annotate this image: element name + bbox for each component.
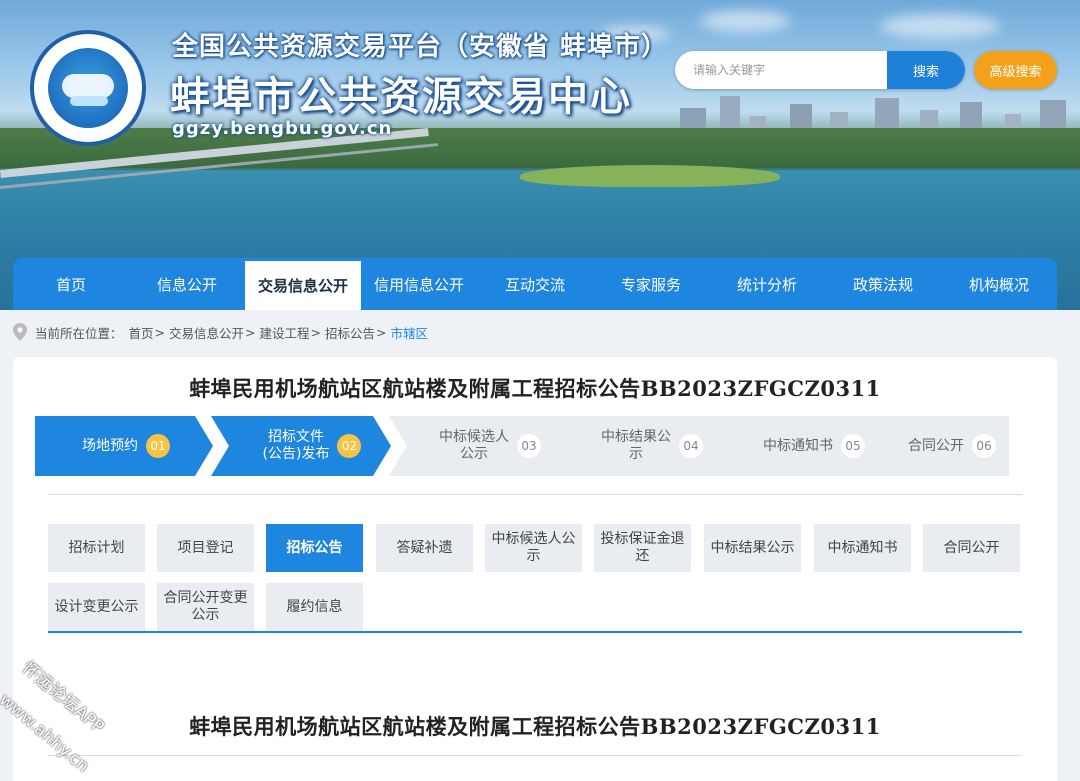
tab-award-notice[interactable]: 中标通知书 bbox=[814, 524, 911, 572]
step-6[interactable]: 合同公开 06 bbox=[875, 416, 1009, 476]
search-input[interactable] bbox=[675, 51, 887, 89]
breadcrumb: 当前所在位置： 首页 > 交易信息公开 > 建设工程 > 招标公告 > 市辖区 bbox=[13, 322, 428, 342]
tab-performance-info[interactable]: 履约信息 bbox=[266, 583, 363, 631]
search-box: 搜索 bbox=[675, 51, 965, 89]
breadcrumb-prefix: 当前所在位置： bbox=[35, 325, 123, 341]
platform-subtitle: 全国公共资源交易平台（安徽省 蚌埠市） bbox=[172, 32, 669, 62]
step-5[interactable]: 中标通知书 05 bbox=[713, 416, 893, 476]
nav-item-info-disclosure[interactable]: 信息公开 bbox=[129, 258, 245, 310]
notice-title: 蚌埠民用机场航站区航站楼及附属工程招标公告BB2023ZFGCZ0311 bbox=[189, 376, 881, 401]
advanced-search-button[interactable]: 高级搜索 bbox=[974, 51, 1057, 89]
nav-item-expert-service[interactable]: 专家服务 bbox=[593, 258, 709, 310]
tabs-underline bbox=[48, 631, 1022, 633]
tab-result-publicity[interactable]: 中标结果公示 bbox=[704, 524, 801, 572]
step-4-label: 中标结果公示 bbox=[601, 429, 671, 462]
step-3[interactable]: 中标候选人 公示 03 bbox=[389, 416, 569, 476]
tab-design-change[interactable]: 设计变更公示 bbox=[48, 583, 145, 631]
logo-emblem-icon bbox=[48, 48, 128, 128]
tab-clarification[interactable]: 答疑补遗 bbox=[376, 524, 473, 572]
step-6-label: 合同公开 bbox=[908, 437, 964, 454]
nav-item-about[interactable]: 机构概况 bbox=[941, 258, 1057, 310]
step-4[interactable]: 中标结果公示 04 bbox=[551, 416, 731, 476]
search-button[interactable]: 搜索 bbox=[887, 51, 965, 89]
breadcrumb-current[interactable]: 市辖区 bbox=[391, 323, 429, 342]
breadcrumb-separator: > bbox=[376, 324, 387, 340]
nav-item-policy[interactable]: 政策法规 bbox=[825, 258, 941, 310]
tab-contract-change[interactable]: 合同公开变更公示 bbox=[157, 583, 254, 631]
breadcrumb-item-tender-notice[interactable]: 招标公告 bbox=[325, 323, 375, 342]
location-pin-icon bbox=[13, 323, 27, 341]
breadcrumb-item-trade-info[interactable]: 交易信息公开 bbox=[169, 323, 244, 342]
progress-steps: 场地预约 01 招标文件 (公告)发布 02 中标候选人 公示 03 中标结果公示 … bbox=[35, 416, 1009, 476]
step-2[interactable]: 招标文件 (公告)发布 02 bbox=[211, 416, 391, 476]
step-5-label: 中标通知书 bbox=[763, 437, 833, 454]
tab-contract-disclosure[interactable]: 合同公开 bbox=[923, 524, 1020, 572]
divider bbox=[48, 494, 1022, 495]
step-1[interactable]: 场地预约 01 bbox=[35, 416, 213, 476]
nav-item-trade-info[interactable]: 交易信息公开 bbox=[245, 258, 361, 310]
breadcrumb-separator: > bbox=[245, 324, 256, 340]
site-url: ggzy.bengbu.gov.cn bbox=[172, 118, 393, 139]
main-nav: 首页 信息公开 交易信息公开 信用信息公开 互动交流 专家服务 统计分析 政策法… bbox=[13, 258, 1057, 310]
site-logo[interactable] bbox=[30, 30, 146, 146]
breadcrumb-separator: > bbox=[310, 324, 322, 340]
step-6-number: 06 bbox=[972, 434, 996, 458]
tab-tender-notice[interactable]: 招标公告 bbox=[266, 524, 363, 572]
notice-article-title: 蚌埠民用机场航站区航站楼及附属工程招标公告BB2023ZFGCZ0311 bbox=[189, 714, 881, 739]
step-5-number: 05 bbox=[841, 434, 865, 458]
breadcrumb-item-home[interactable]: 首页 bbox=[129, 323, 154, 342]
nav-item-credit-info[interactable]: 信用信息公开 bbox=[361, 258, 477, 310]
step-1-label: 场地预约 bbox=[82, 437, 138, 454]
step-2-label: 招标文件 (公告)发布 bbox=[262, 429, 330, 462]
tab-tender-plan[interactable]: 招标计划 bbox=[48, 524, 145, 572]
step-3-number: 03 bbox=[517, 434, 541, 458]
breadcrumb-item-construction[interactable]: 建设工程 bbox=[260, 323, 310, 342]
tab-project-registration[interactable]: 项目登记 bbox=[157, 524, 254, 572]
step-3-label: 中标候选人 公示 bbox=[439, 429, 509, 462]
nav-item-home[interactable]: 首页 bbox=[13, 258, 129, 310]
site-title: 蚌埠市公共资源交易中心 bbox=[170, 74, 632, 120]
breadcrumb-separator: > bbox=[154, 324, 166, 340]
step-1-number: 01 bbox=[146, 434, 170, 458]
nav-item-statistics[interactable]: 统计分析 bbox=[709, 258, 825, 310]
tab-deposit-refund[interactable]: 投标保证金退还 bbox=[594, 524, 691, 572]
nav-item-interaction[interactable]: 互动交流 bbox=[477, 258, 593, 310]
divider bbox=[48, 755, 1022, 756]
tab-candidate-publicity[interactable]: 中标候选人公示 bbox=[485, 524, 582, 572]
step-4-number: 04 bbox=[679, 434, 703, 458]
